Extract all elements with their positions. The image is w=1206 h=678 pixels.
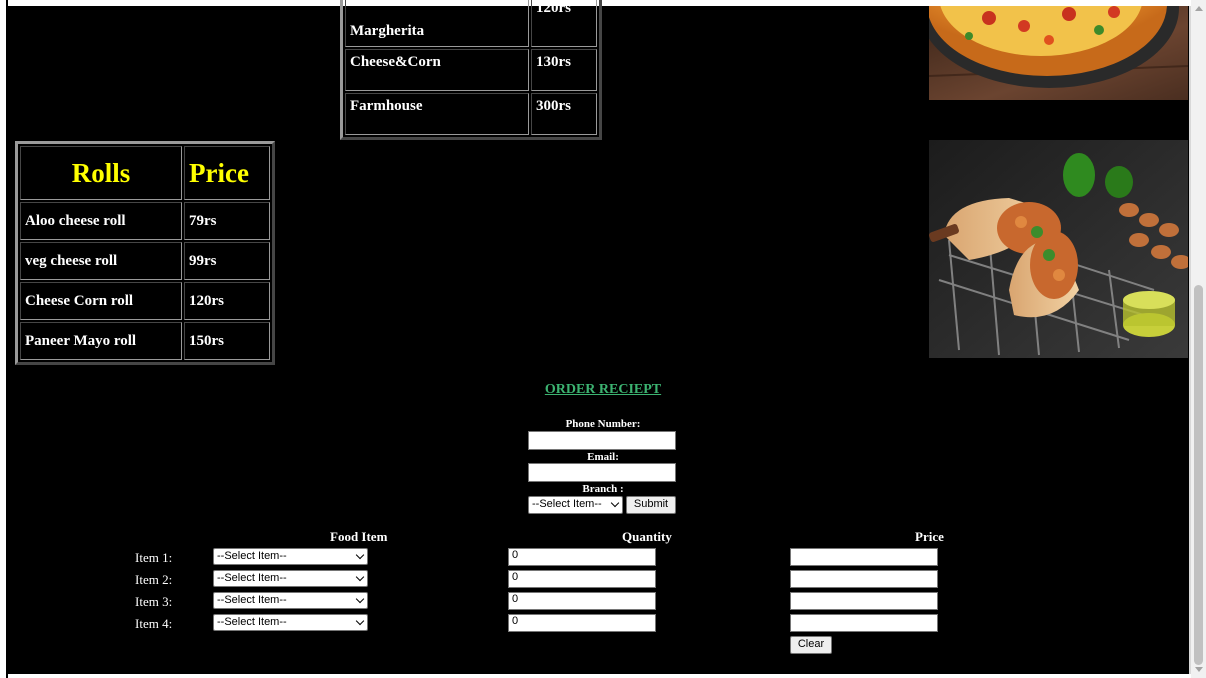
- chevron-down-icon: [355, 594, 365, 604]
- rolls-image: [929, 140, 1188, 358]
- item-1-quantity-input[interactable]: 0: [508, 548, 656, 566]
- menu-item-name: Aloo cheese roll: [20, 202, 182, 240]
- table-row: Farmhouse 300rs: [345, 93, 597, 135]
- menu-item-name: Cheese&Corn: [345, 49, 529, 91]
- item-4-price-input[interactable]: [790, 614, 938, 632]
- branch-select-value: --Select Item--: [532, 498, 602, 510]
- vertical-scrollbar[interactable]: [1191, 0, 1206, 678]
- item-1-label: Item 1:: [135, 550, 173, 565]
- item-3-label: Item 3:: [135, 594, 173, 609]
- quantity-column-header: Quantity: [622, 529, 672, 544]
- order-receipt-heading[interactable]: ORDER RECIEPT: [0, 382, 1206, 398]
- branch-select[interactable]: --Select Item--: [528, 496, 623, 514]
- menu-item-name: Cheese Corn roll: [20, 282, 182, 320]
- email-label: Email:: [587, 451, 619, 463]
- chevron-down-icon: [355, 572, 365, 582]
- item-1-select-value: --Select Item--: [217, 550, 287, 562]
- phone-label: Phone Number:: [565, 418, 641, 430]
- item-4-select-value: --Select Item--: [217, 616, 287, 628]
- pizza-image: [929, 6, 1188, 100]
- branch-label: Branch :: [582, 483, 624, 495]
- chevron-down-icon[interactable]: [1195, 667, 1203, 672]
- price-heading: Price: [184, 146, 270, 200]
- page-left-border: [0, 0, 8, 678]
- submit-button[interactable]: Submit: [626, 496, 676, 514]
- chevron-down-icon: [355, 616, 365, 626]
- menu-item-price: 120rs: [184, 282, 270, 320]
- menu-item-price: 130rs: [531, 49, 597, 91]
- table-row: Aloo cheese roll 79rs: [20, 202, 270, 240]
- pizza-menu-table: Margherita 120rs Cheese&Corn 130rs Farmh…: [340, 0, 602, 140]
- menu-item-price: 99rs: [184, 242, 270, 280]
- item-2-label: Item 2:: [135, 572, 173, 587]
- item-4-label: Item 4:: [135, 616, 173, 631]
- item-3-select-value: --Select Item--: [217, 594, 287, 606]
- menu-item-price: 300rs: [531, 93, 597, 135]
- table-row: Margherita 120rs: [345, 0, 597, 47]
- item-3-select[interactable]: --Select Item--: [213, 592, 368, 609]
- item-1-price-input[interactable]: [790, 548, 938, 566]
- menu-item-name: Paneer Mayo roll: [20, 322, 182, 360]
- item-1-select[interactable]: --Select Item--: [213, 548, 368, 565]
- menu-item-name: Margherita: [345, 0, 529, 47]
- menu-item-price: 150rs: [184, 322, 270, 360]
- item-3-quantity-input[interactable]: 0: [508, 592, 656, 610]
- chevron-up-icon[interactable]: [1195, 6, 1203, 11]
- item-4-quantity-input[interactable]: 0: [508, 614, 656, 632]
- phone-input[interactable]: [528, 431, 676, 450]
- rolls-menu-table: Rolls Price Aloo cheese roll 79rs veg ch…: [15, 141, 275, 365]
- item-2-select-value: --Select Item--: [217, 572, 287, 584]
- table-row: veg cheese roll 99rs: [20, 242, 270, 280]
- item-3-price-input[interactable]: [790, 592, 938, 610]
- table-row: Cheese Corn roll 120rs: [20, 282, 270, 320]
- food-item-column-header: Food Item: [330, 529, 388, 544]
- price-column-header: Price: [915, 529, 944, 544]
- item-4-select[interactable]: --Select Item--: [213, 614, 368, 631]
- menu-item-price: 120rs: [531, 0, 597, 47]
- clear-button[interactable]: Clear: [790, 636, 832, 654]
- email-input[interactable]: [528, 463, 676, 482]
- page-bottom-edge: [8, 674, 1191, 678]
- table-row: Paneer Mayo roll 150rs: [20, 322, 270, 360]
- item-2-price-input[interactable]: [790, 570, 938, 588]
- menu-item-price: 79rs: [184, 202, 270, 240]
- menu-item-name: Farmhouse: [345, 93, 529, 135]
- chevron-down-icon: [610, 498, 620, 508]
- menu-item-name: veg cheese roll: [20, 242, 182, 280]
- table-header-row: Rolls Price: [20, 146, 270, 200]
- scrollbar-thumb[interactable]: [1194, 285, 1203, 665]
- table-row: Cheese&Corn 130rs: [345, 49, 597, 91]
- item-2-quantity-input[interactable]: 0: [508, 570, 656, 588]
- item-2-select[interactable]: --Select Item--: [213, 570, 368, 587]
- chevron-down-icon: [355, 550, 365, 560]
- rolls-heading: Rolls: [20, 146, 182, 200]
